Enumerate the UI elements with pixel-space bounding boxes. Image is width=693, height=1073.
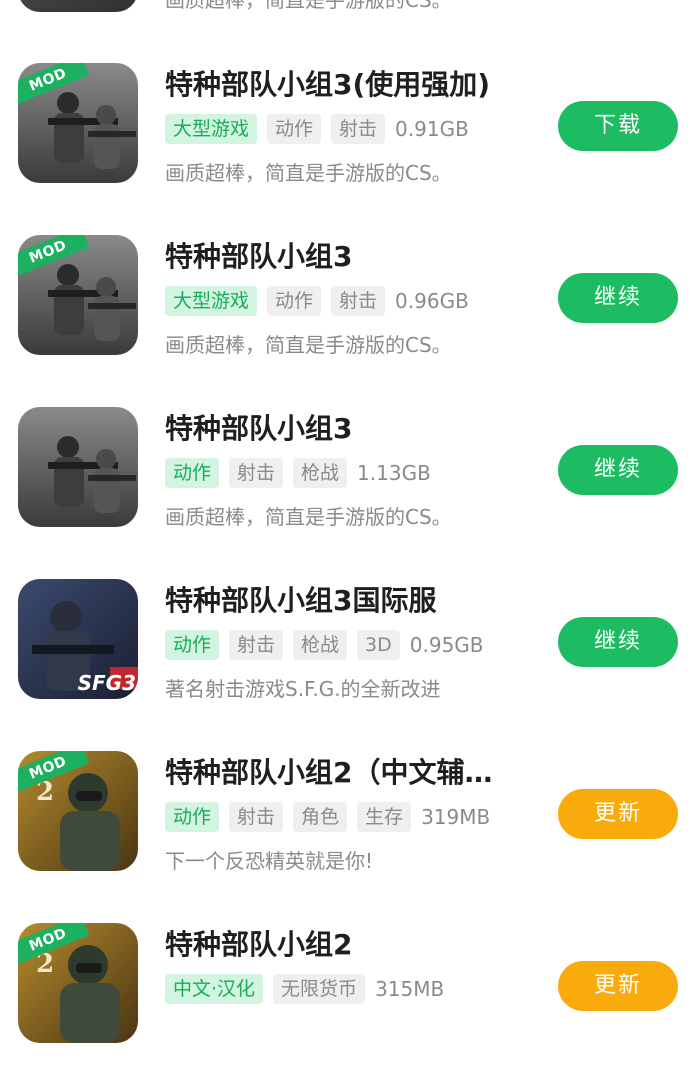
tag[interactable]: 生存 — [357, 802, 412, 832]
app-title[interactable]: 特种部队小组2 — [165, 925, 535, 965]
app-title[interactable]: 特种部队小组3 — [165, 237, 535, 277]
app-description: 画质超棒，简直是手游版的CS。 — [165, 505, 452, 529]
update-button[interactable]: 更新 — [558, 961, 678, 1011]
continue-button[interactable]: 继续 — [558, 273, 678, 323]
tag[interactable]: 大型游戏 — [165, 114, 258, 144]
tag[interactable]: 射击 — [229, 802, 284, 832]
tag[interactable]: 枪战 — [293, 458, 348, 488]
list-item[interactable]: SFG3 特种部队小组3国际服 动作 射击 枪战 3D 0.95GB 著名射击游… — [0, 579, 693, 729]
tag-list: 动作 射击 枪战 1.13GB — [165, 457, 431, 489]
tag[interactable]: 动作 — [267, 286, 322, 316]
list-item[interactable]: 2 MOD 特种部队小组2（中文辅… 动作 射击 角色 生存 319MB 下一个… — [0, 751, 693, 901]
app-description: 画质超棒，简直是手游版的CS。 — [165, 333, 452, 357]
app-description: 画质超棒，简直是手游版的CS。 — [165, 161, 452, 185]
app-title[interactable]: 特种部队小组3 — [165, 409, 535, 449]
app-description: 下一个反恐精英就是你! — [165, 849, 374, 873]
file-size: 1.13GB — [357, 461, 431, 485]
list-item[interactable]: MOD 特种部队小组3 大型游戏 动作 射击 0.96GB 画质超棒，简直是手游… — [0, 235, 693, 385]
app-title[interactable]: 特种部队小组3国际服 — [165, 581, 535, 621]
app-title[interactable]: 特种部队小组3(使用强加) — [165, 65, 535, 105]
app-icon-partial[interactable] — [18, 0, 138, 12]
tag[interactable]: 3D — [357, 630, 400, 660]
list-item[interactable]: MOD 特种部队小组3(使用强加) 大型游戏 动作 射击 0.91GB 画质超棒… — [0, 63, 693, 213]
tag-list: 动作 射击 角色 生存 319MB — [165, 801, 490, 833]
tag[interactable]: 动作 — [165, 458, 220, 488]
previous-list-item-partial[interactable]: 画质超棒，简直是手游版的CS。 — [0, 0, 693, 20]
tag[interactable]: 枪战 — [293, 630, 348, 660]
file-size: 0.95GB — [409, 633, 484, 657]
tag[interactable]: 角色 — [293, 802, 348, 832]
tag[interactable]: 射击 — [331, 114, 386, 144]
soldiers-icon[interactable]: MOD — [18, 63, 138, 183]
file-size: 0.91GB — [395, 117, 469, 141]
tag-list: 动作 射击 枪战 3D 0.95GB — [165, 629, 484, 661]
tag[interactable]: 射击 — [229, 630, 284, 660]
tag[interactable]: 动作 — [267, 114, 322, 144]
tag[interactable]: 大型游戏 — [165, 286, 258, 316]
tag[interactable]: 中文·汉化 — [165, 974, 264, 1004]
file-size: 315MB — [375, 977, 445, 1001]
update-button[interactable]: 更新 — [558, 789, 678, 839]
continue-button[interactable]: 继续 — [558, 617, 678, 667]
soldiers-icon[interactable] — [18, 407, 138, 527]
list-item[interactable]: 2 MOD 特种部队小组2 中文·汉化 无限货币 315MB 更新 — [0, 923, 693, 1073]
tag[interactable]: 动作 — [165, 630, 220, 660]
file-size: 319MB — [421, 805, 491, 829]
tag-list: 大型游戏 动作 射击 0.91GB — [165, 113, 469, 145]
app-description: 著名射击游戏S.F.G.的全新改进 — [165, 677, 441, 701]
tag-list: 中文·汉化 无限货币 315MB — [165, 973, 444, 1005]
file-size: 0.96GB — [395, 289, 469, 313]
app-title[interactable]: 特种部队小组2（中文辅… — [165, 753, 535, 793]
app-description: 画质超棒，简直是手游版的CS。 — [165, 0, 452, 12]
tag[interactable]: 无限货币 — [273, 974, 366, 1004]
tag-list: 大型游戏 动作 射击 0.96GB — [165, 285, 469, 317]
sfg3-logo: SFG3 — [77, 671, 136, 695]
masked-soldier-icon[interactable]: 2 MOD — [18, 751, 138, 871]
tag[interactable]: 射击 — [229, 458, 284, 488]
list-item[interactable]: 特种部队小组3 动作 射击 枪战 1.13GB 画质超棒，简直是手游版的CS。 … — [0, 407, 693, 557]
tag[interactable]: 射击 — [331, 286, 386, 316]
masked-soldier-icon[interactable]: 2 MOD — [18, 923, 138, 1043]
soldiers-icon[interactable]: MOD — [18, 235, 138, 355]
sfg3-soldier-icon[interactable]: SFG3 — [18, 579, 138, 699]
tag[interactable]: 动作 — [165, 802, 220, 832]
download-button[interactable]: 下载 — [558, 101, 678, 151]
continue-button[interactable]: 继续 — [558, 445, 678, 495]
